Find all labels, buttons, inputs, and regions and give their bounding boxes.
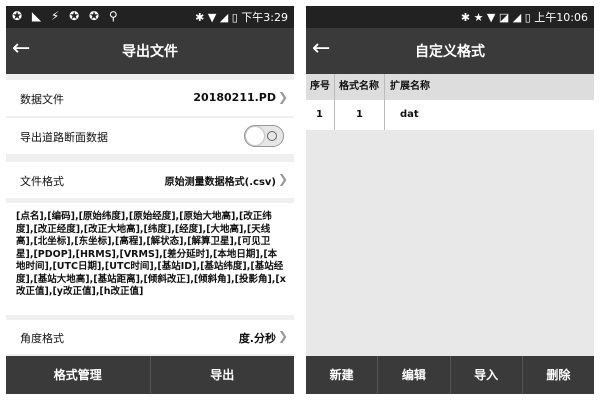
angle-format-value: 度.分秒 xyxy=(238,332,276,345)
export-road-section-toggle[interactable] xyxy=(244,125,284,147)
export-fields-text: [点名],[编码],[原始纬度],[原始经度],[原始大地高],[改正纬度],[… xyxy=(16,211,286,297)
export-road-section-row: 导出道路断面数据 xyxy=(6,118,294,154)
notification-icons: ✪ ◣ ⚡ ✪ ✪ ⚲ xyxy=(12,9,121,23)
toggle-off-indicator-icon xyxy=(267,131,277,141)
column-divider xyxy=(384,74,385,100)
chevron-right-icon: ❯ xyxy=(277,90,288,104)
status-bar: ✱ ★ ▼ ◪ ◢ ▯ 上午10:06 xyxy=(306,6,594,28)
delete-button[interactable]: 删除 xyxy=(521,356,594,394)
system-status-icons: ✱ ▼ ◢ ▯ xyxy=(195,11,238,24)
column-divider xyxy=(384,100,385,130)
angle-format-row[interactable]: 角度格式 度.分秒 ❯ xyxy=(6,320,294,354)
system-status-icons: ✱ ★ ▼ ◪ ◢ ▯ xyxy=(460,11,531,24)
bottom-action-bar: 新建 编辑 导入 删除 xyxy=(306,356,594,394)
file-format-label: 文件格式 xyxy=(20,175,64,188)
bottom-action-bar: 格式管理 导出 xyxy=(6,356,294,394)
export-fields-box[interactable]: [点名],[编码],[原始纬度],[原始经度],[原始大地高],[改正纬度],[… xyxy=(6,203,294,315)
app-bar: ← 导出文件 xyxy=(6,28,294,74)
chevron-right-icon: ❯ xyxy=(277,172,288,186)
column-divider xyxy=(334,100,335,130)
data-file-label: 数据文件 xyxy=(20,93,64,106)
column-header-index: 序号 xyxy=(310,81,330,92)
import-button[interactable]: 导入 xyxy=(449,356,522,394)
row-format-name: 1 xyxy=(356,109,363,120)
table-header: 序号 格式名称 扩展名称 xyxy=(306,74,594,100)
table-empty-area xyxy=(306,130,594,356)
new-button[interactable]: 新建 xyxy=(306,356,377,394)
table-row[interactable]: 1 1 dat xyxy=(306,100,594,130)
edit-button[interactable]: 编辑 xyxy=(377,356,449,394)
clock: 下午3:29 xyxy=(241,11,288,24)
toggle-knob xyxy=(246,127,264,145)
clock: 上午10:06 xyxy=(534,11,588,24)
format-manage-button[interactable]: 格式管理 xyxy=(6,356,150,394)
file-format-value: 原始测量数据格式(.csv) xyxy=(164,177,276,188)
data-file-row[interactable]: 数据文件 20180211.PD ❯ xyxy=(6,80,294,116)
chevron-right-icon: ❯ xyxy=(277,329,288,343)
app-bar: ← 自定义格式 xyxy=(306,28,594,74)
status-bar: ✪ ◣ ⚡ ✪ ✪ ⚲ ✱ ▼ ◢ ▯ 下午3:29 xyxy=(6,6,294,28)
file-format-row[interactable]: 文件格式 原始测量数据格式(.csv) ❯ xyxy=(6,162,294,198)
custom-format-screen: ✱ ★ ▼ ◪ ◢ ▯ 上午10:06 ← 自定义格式 序号 格式名称 扩展名称… xyxy=(306,6,594,394)
data-file-value: 20180211.PD xyxy=(193,91,276,104)
angle-format-label: 角度格式 xyxy=(20,332,64,345)
export-road-section-label: 导出道路断面数据 xyxy=(20,131,108,144)
row-index: 1 xyxy=(316,109,323,120)
column-header-format-name: 格式名称 xyxy=(339,81,379,92)
page-title: 导出文件 xyxy=(122,44,178,60)
column-header-extension: 扩展名称 xyxy=(390,81,430,92)
export-file-screen: ✪ ◣ ⚡ ✪ ✪ ⚲ ✱ ▼ ◢ ▯ 下午3:29 ← 导出文件 数据文件 2… xyxy=(6,6,294,394)
page-title: 自定义格式 xyxy=(415,44,485,60)
row-extension: dat xyxy=(400,109,419,120)
export-button[interactable]: 导出 xyxy=(149,356,295,394)
column-divider xyxy=(334,74,335,100)
